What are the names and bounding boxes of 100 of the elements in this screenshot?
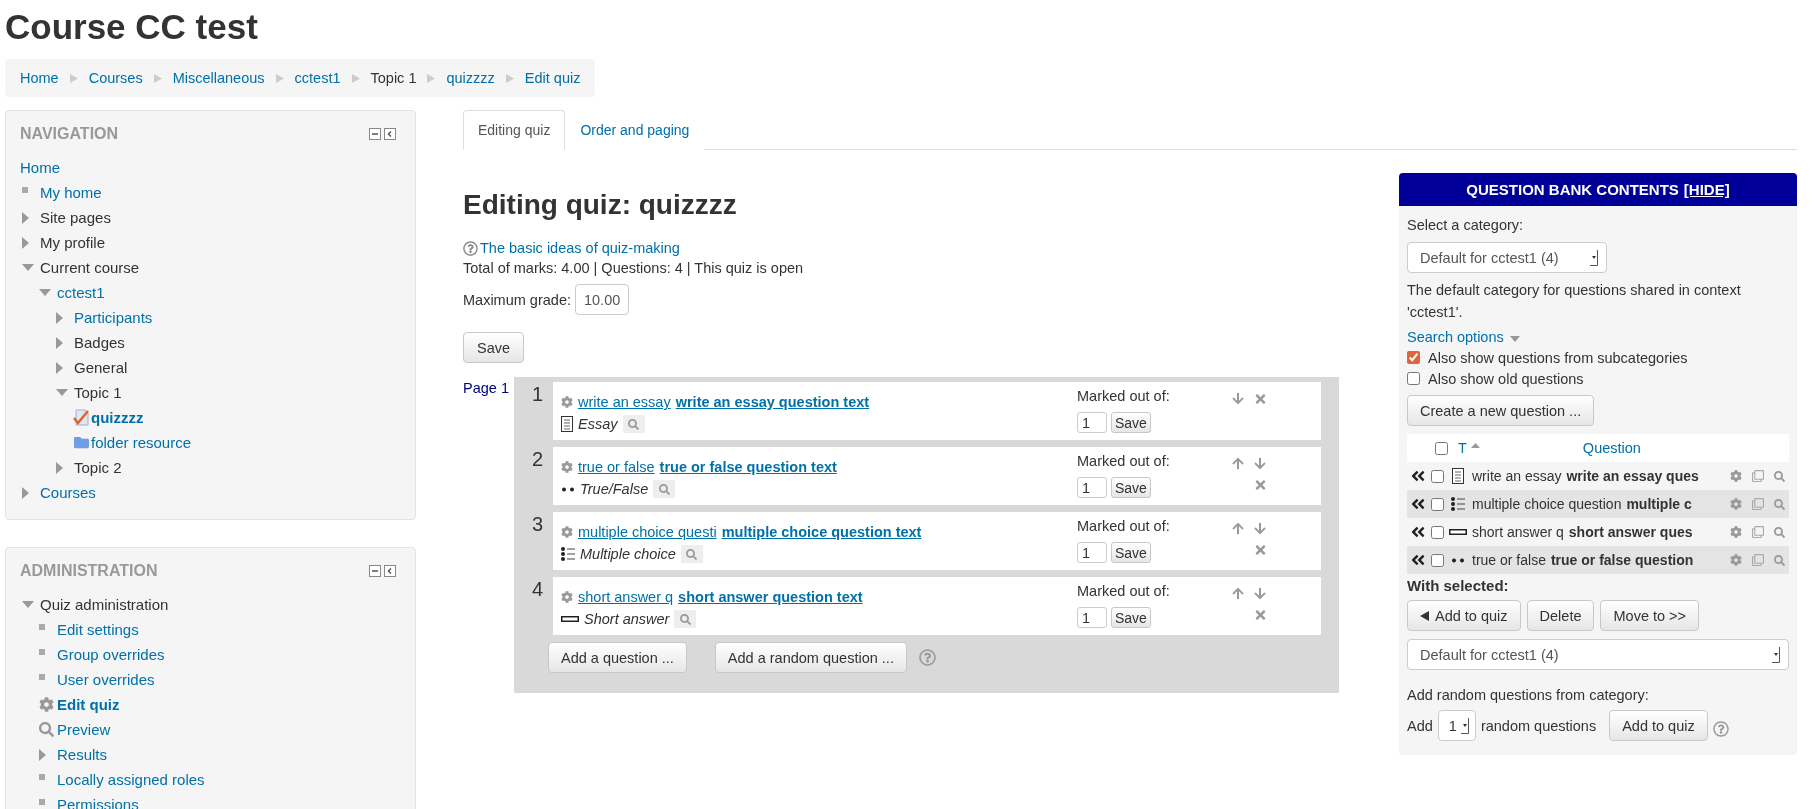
row-checkbox[interactable] (1431, 525, 1444, 539)
copy-icon[interactable] (1752, 526, 1764, 538)
breadcrumb-link[interactable]: quizzzz (446, 70, 495, 86)
help-icon[interactable] (918, 649, 936, 666)
caret-right-icon[interactable] (56, 461, 63, 474)
arrow-down-icon[interactable] (1254, 457, 1266, 470)
search-icon[interactable] (1774, 526, 1785, 538)
caret-right-icon[interactable] (39, 748, 46, 761)
option-checkbox[interactable] (1407, 372, 1420, 385)
add-random-question-button[interactable]: Add a random question ... (714, 642, 907, 673)
row-checkbox[interactable] (1431, 469, 1444, 483)
breadcrumb-link[interactable]: cctest1 (294, 70, 341, 86)
tab[interactable]: Editing quiz (463, 110, 566, 150)
nav-link[interactable]: quizzzz (91, 409, 144, 426)
caret-down-icon[interactable] (22, 601, 34, 608)
mark-field[interactable]: 1 (1077, 542, 1107, 563)
caret-right-icon[interactable] (56, 336, 63, 349)
breadcrumb-link[interactable]: Courses (88, 70, 143, 86)
question-name-link[interactable]: true or false (578, 459, 655, 475)
nav-link[interactable]: Participants (74, 309, 153, 326)
close-icon[interactable] (1253, 392, 1267, 406)
gear-icon[interactable] (561, 461, 573, 473)
breadcrumb-link[interactable]: Home (20, 70, 59, 86)
nav-link[interactable]: folder resource (91, 434, 192, 451)
mark-field[interactable]: 1 (1077, 412, 1107, 433)
gear-icon[interactable] (1730, 470, 1742, 482)
question-name-link[interactable]: short answer q (578, 589, 674, 605)
close-icon[interactable] (1253, 608, 1267, 622)
copy-icon[interactable] (1752, 470, 1764, 482)
category-select[interactable]: Default for cctest1 (4) (1407, 242, 1607, 273)
caret-right-icon[interactable] (22, 236, 29, 249)
mark-field[interactable]: 1 (1077, 607, 1107, 628)
nav-link[interactable]: Locally assigned roles (57, 771, 205, 788)
dropdown-arrow-icon[interactable] (1460, 717, 1469, 734)
max-grade-field[interactable]: 10.00 (575, 284, 630, 315)
caret-down-icon[interactable] (1509, 336, 1520, 342)
select-all-checkbox[interactable] (1435, 441, 1448, 455)
nav-item[interactable]: Topic 2 (74, 459, 122, 476)
nav-link[interactable]: Edit quiz (57, 696, 120, 713)
double-chevron-icon[interactable] (1411, 524, 1425, 540)
arrow-up-icon[interactable] (1232, 587, 1244, 600)
hide-link[interactable]: [HIDE] (1683, 181, 1730, 198)
help-icon[interactable] (1712, 720, 1729, 737)
row-checkbox[interactable] (1431, 497, 1444, 511)
search-icon[interactable] (1774, 498, 1785, 510)
dock-icon[interactable] (384, 565, 396, 577)
row-checkbox[interactable] (1431, 553, 1444, 567)
breadcrumb-link[interactable]: Edit quiz (524, 70, 581, 86)
action-button[interactable]: Move to >> (1600, 600, 1700, 631)
search-icon[interactable] (658, 483, 670, 495)
gear-icon[interactable] (1730, 554, 1742, 566)
gear-icon[interactable] (561, 591, 573, 603)
dropdown-arrow-icon[interactable] (1590, 249, 1598, 266)
caret-right-icon[interactable] (22, 486, 29, 499)
question-text-link[interactable]: short answer question text (678, 589, 863, 605)
question-name-link[interactable]: multiple choice questi (578, 524, 717, 540)
search-options-link[interactable]: Search options (1407, 327, 1520, 347)
nav-link[interactable]: Courses (40, 484, 96, 501)
create-question-button[interactable]: Create a new question ... (1407, 395, 1595, 426)
arrow-down-icon[interactable] (1254, 522, 1266, 535)
gear-icon[interactable] (1730, 498, 1742, 510)
nav-item[interactable]: General (74, 359, 128, 376)
add-to-quiz-button[interactable]: Add to quiz (1609, 710, 1708, 741)
question-name-link[interactable]: write an essay (578, 394, 671, 410)
search-icon[interactable] (686, 548, 698, 560)
caret-right-icon[interactable] (56, 311, 63, 324)
gear-icon[interactable] (1730, 526, 1742, 538)
nav-link[interactable]: Home (20, 159, 60, 176)
save-button[interactable]: Save (1111, 477, 1151, 498)
search-icon[interactable] (628, 418, 639, 430)
double-chevron-icon[interactable] (1411, 496, 1425, 512)
nav-link[interactable]: cctest1 (57, 284, 105, 301)
option-checkbox[interactable] (1407, 351, 1420, 364)
nav-item[interactable]: Site pages (40, 209, 111, 226)
preview-button[interactable] (674, 610, 697, 628)
help-icon[interactable] (463, 240, 478, 256)
arrow-down-icon[interactable] (1232, 392, 1244, 405)
caret-down-icon[interactable] (39, 289, 51, 296)
caret-right-icon[interactable] (56, 361, 63, 374)
save-button[interactable]: Save (1111, 542, 1151, 563)
nav-link[interactable]: My home (40, 184, 102, 201)
target-category-select[interactable]: Default for cctest1 (4) (1407, 639, 1789, 670)
double-chevron-icon[interactable] (1411, 552, 1425, 568)
nav-link[interactable]: Results (57, 746, 108, 763)
save-button[interactable]: Save (1111, 607, 1151, 628)
nav-link[interactable]: User overrides (57, 671, 155, 688)
arrow-up-icon[interactable] (1232, 457, 1244, 470)
double-chevron-icon[interactable] (1411, 468, 1425, 484)
nav-link[interactable]: Preview (57, 721, 111, 738)
mark-field[interactable]: 1 (1077, 477, 1107, 498)
arrow-up-icon[interactable] (1232, 522, 1244, 535)
nav-link[interactable]: Group overrides (57, 646, 165, 663)
action-button[interactable]: Delete (1526, 600, 1595, 631)
question-column-link[interactable]: Question (1582, 440, 1641, 456)
count-select[interactable]: 1 (1437, 710, 1476, 741)
search-icon[interactable] (679, 613, 691, 625)
preview-button[interactable] (680, 545, 703, 563)
nav-item[interactable]: My profile (40, 234, 106, 251)
help-link[interactable]: The basic ideas of quiz-making (480, 240, 680, 256)
minimize-icon[interactable] (369, 565, 381, 577)
